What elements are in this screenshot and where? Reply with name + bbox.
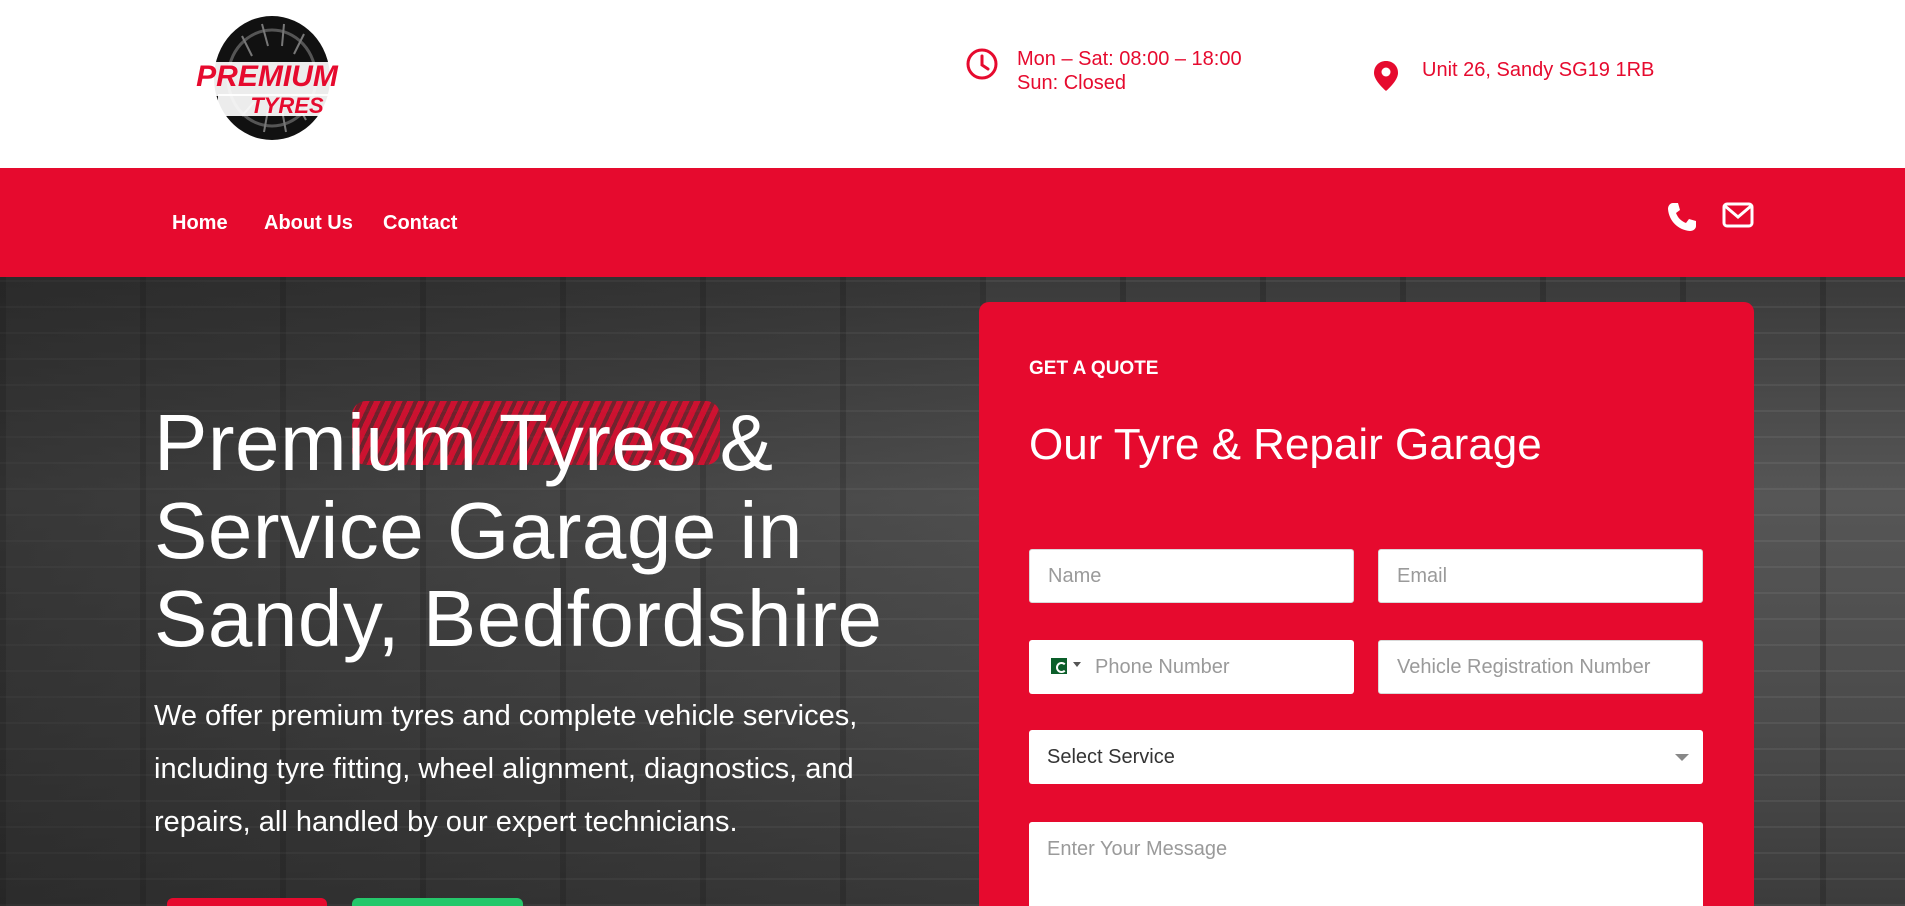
primary-cta-button[interactable] — [167, 898, 327, 906]
quote-heading: Our Tyre & Repair Garage — [1029, 420, 1542, 469]
logo-text-tyres: TYRES — [250, 93, 324, 118]
hero-description: We offer premium tyres and complete vehi… — [154, 700, 858, 838]
name-field[interactable] — [1029, 549, 1354, 603]
address-text: Unit 26, Sandy SG19 1RB — [1422, 59, 1655, 81]
email-field[interactable] — [1378, 549, 1703, 603]
logo-text-premium: PREMIUM — [196, 60, 339, 93]
nav-contact[interactable]: Contact — [383, 212, 457, 235]
vehicle-registration-field[interactable] — [1378, 640, 1703, 694]
service-select-value: Select Service — [1047, 746, 1175, 768]
address: Unit 26, Sandy SG19 1RB — [1372, 58, 1654, 93]
quote-form-card: GET A QUOTE Our Tyre & Repair Garage Sel… — [979, 302, 1754, 906]
phone-field-group — [1029, 640, 1354, 694]
phone-icon[interactable] — [1666, 201, 1698, 233]
hours-weekday: Mon – Sat: 08:00 – 18:00 — [1017, 48, 1242, 70]
hours-sunday: Sun: Closed — [1017, 72, 1126, 94]
tyre-logo-icon: PREMIUM TYRES — [174, 16, 360, 140]
quote-eyebrow: GET A QUOTE — [1029, 358, 1159, 379]
hero-title: Premium Tyres & Service Garage in Sandy,… — [154, 398, 883, 663]
mail-icon[interactable] — [1722, 201, 1754, 229]
map-pin-icon — [1374, 61, 1398, 91]
main-nav: Home About Us Contact — [0, 168, 1905, 277]
phone-field[interactable] — [1085, 640, 1347, 694]
message-field[interactable] — [1029, 822, 1703, 906]
nav-home[interactable]: Home — [172, 212, 228, 235]
opening-hours: Mon – Sat: 08:00 – 18:00 Sun: Closed — [965, 47, 1242, 95]
secondary-cta-button[interactable] — [352, 898, 523, 906]
site-logo[interactable]: PREMIUM TYRES — [172, 16, 362, 142]
country-flag-icon[interactable] — [1045, 658, 1067, 674]
chevron-down-icon[interactable] — [1073, 662, 1081, 667]
top-header: PREMIUM TYRES Mon – Sat: 08:00 – 18:00 S… — [0, 0, 1905, 168]
service-select[interactable]: Select Service — [1029, 730, 1703, 784]
chevron-down-icon — [1675, 754, 1689, 761]
nav-about-us[interactable]: About Us — [264, 212, 353, 235]
clock-icon — [966, 48, 998, 80]
